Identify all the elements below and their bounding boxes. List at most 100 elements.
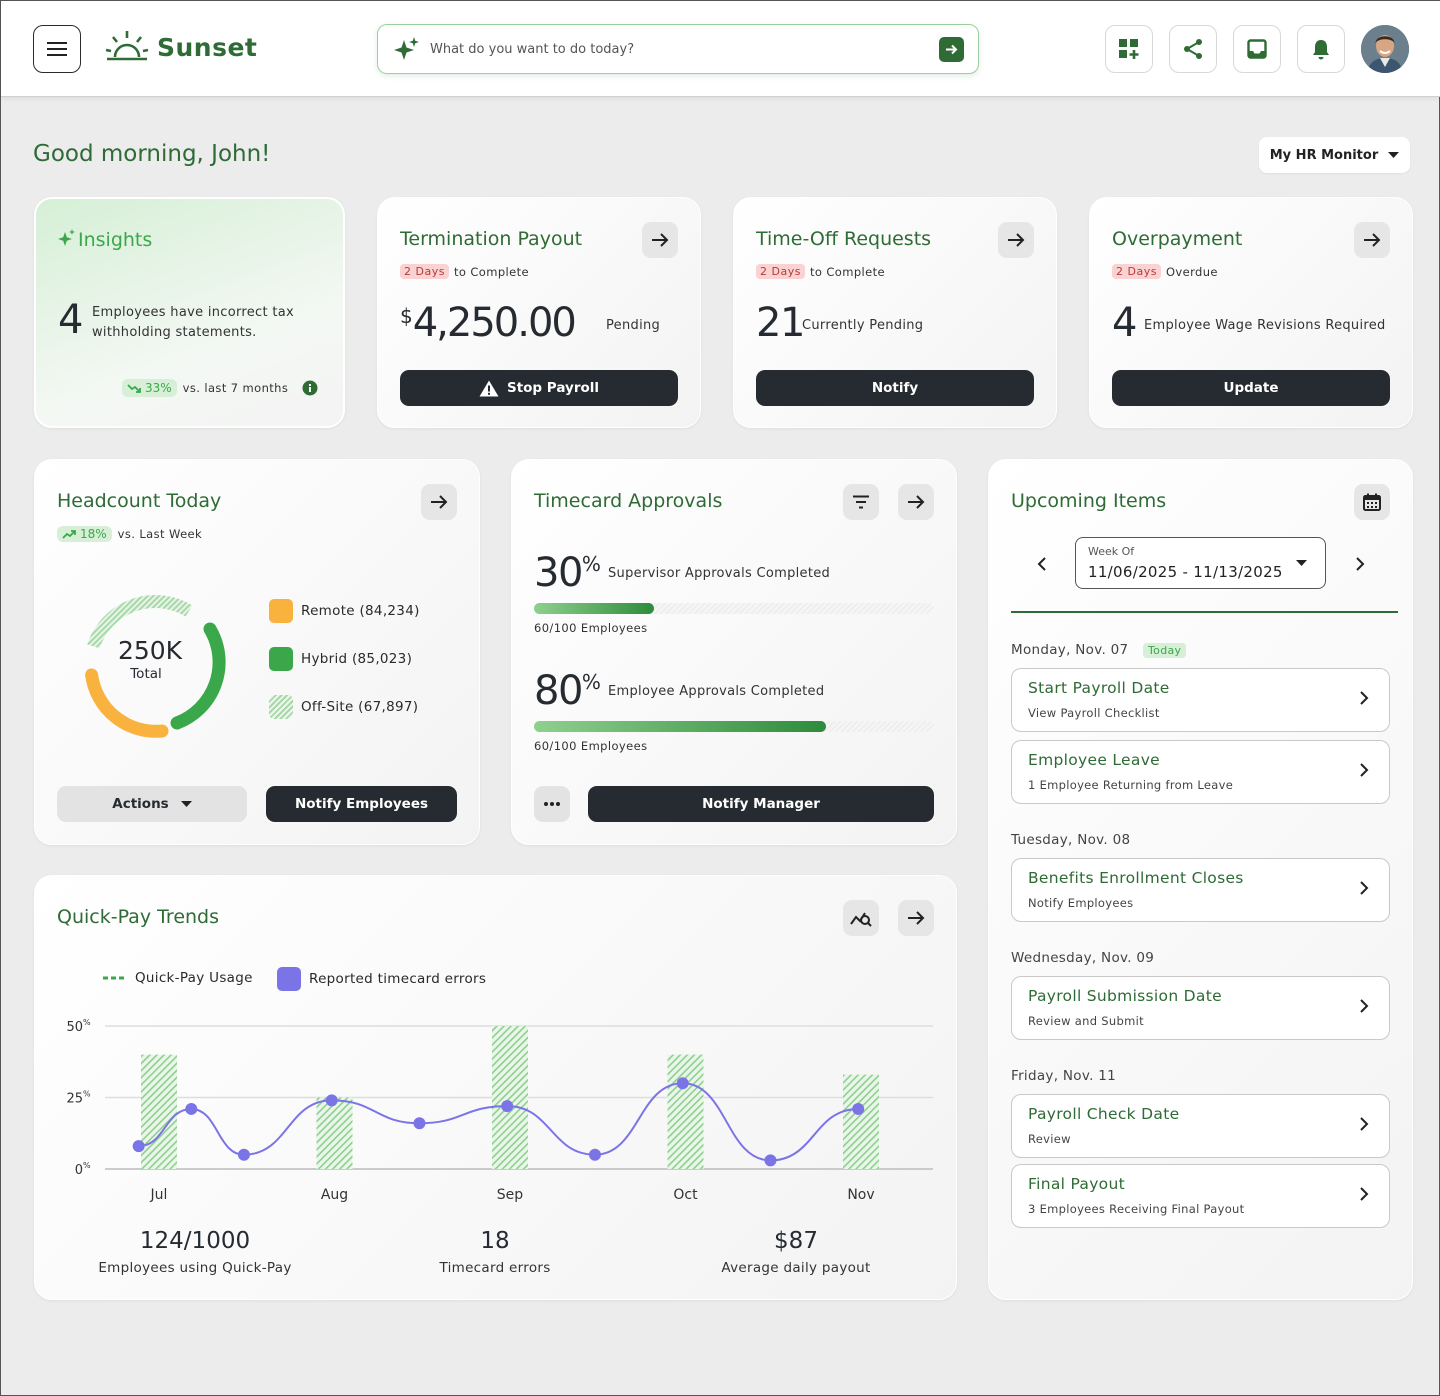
x-tick-label: Sep: [497, 1187, 524, 1203]
app-logo[interactable]: Sunset: [105, 29, 257, 65]
time-off-deadline: 2 Days to Complete: [756, 264, 885, 279]
employee-progress-track: [534, 721, 934, 732]
insights-trend: 33% vs. last 7 months: [122, 379, 288, 397]
employee-approvals-sub: 60/100 Employees: [534, 739, 648, 753]
stop-payroll-button[interactable]: Stop Payroll: [400, 370, 678, 406]
open-timecard-button[interactable]: [898, 484, 934, 520]
share-button[interactable]: [1169, 25, 1217, 73]
monitor-dropdown-value: My HR Monitor: [1269, 147, 1379, 163]
hybrid-swatch: [269, 647, 293, 671]
notifications-button[interactable]: [1297, 25, 1345, 73]
sparkle-icon: [394, 37, 419, 60]
timecard-errors-bar: [667, 1054, 704, 1169]
trend-up-icon: [62, 529, 76, 539]
inbox-button[interactable]: [1233, 25, 1281, 73]
upcoming-title: Upcoming Items: [1011, 490, 1167, 512]
item-sub: 3 Employees Receiving Final Payout: [1028, 1202, 1245, 1216]
hamburger-menu-button[interactable]: [33, 25, 81, 73]
headcount-title: Headcount Today: [57, 490, 222, 512]
timecard-title: Timecard Approvals: [534, 490, 723, 512]
week-select-label: Week Of: [1088, 545, 1135, 558]
overpayment-deadline: 2 Days Overdue: [1112, 264, 1218, 279]
x-tick-label: Jul: [150, 1187, 168, 1203]
search-submit-button[interactable]: [939, 36, 964, 62]
errors-swatch: [277, 967, 301, 991]
legend-offsite-label: Off-Site (67,897): [301, 699, 419, 715]
y-tick-unit: %: [83, 1090, 91, 1099]
notify-employees-button[interactable]: Notify Employees: [266, 786, 457, 822]
supervisor-approvals-percent: 30 %: [534, 550, 601, 596]
upcoming-item-benefits-enrollment[interactable]: Benefits Enrollment Closes Notify Employ…: [1011, 858, 1390, 922]
supervisor-approvals-label: Supervisor Approvals Completed: [608, 566, 831, 581]
monitor-dropdown[interactable]: My HR Monitor: [1259, 137, 1410, 173]
legend-hybrid-label: Hybrid (85,023): [301, 651, 413, 667]
employee-approvals-percent: 80 %: [534, 668, 601, 714]
arrow-right-icon: [908, 911, 925, 925]
update-button[interactable]: Update: [1112, 370, 1390, 406]
legend-quickpay-usage: Quick-Pay Usage: [103, 970, 253, 986]
notify-manager-button[interactable]: Notify Manager: [588, 786, 934, 822]
search-bar[interactable]: [377, 24, 979, 74]
chevron-right-icon: [1360, 691, 1369, 705]
item-sub: View Payroll Checklist: [1028, 706, 1160, 720]
upcoming-item-final-payout[interactable]: Final Payout 3 Employees Receiving Final…: [1011, 1164, 1390, 1228]
supervisor-progress-fill: [534, 603, 654, 614]
user-avatar[interactable]: [1361, 25, 1409, 73]
upcoming-item-employee-leave[interactable]: Employee Leave 1 Employee Returning from…: [1011, 740, 1390, 804]
open-termination-button[interactable]: [642, 222, 678, 258]
share-icon: [1184, 39, 1202, 59]
week-select-value: 11/06/2025 - 11/13/2025: [1088, 563, 1283, 581]
percent-sign: %: [581, 552, 601, 576]
arrow-right-icon: [1364, 233, 1381, 247]
analyze-chart-button[interactable]: [843, 900, 879, 936]
open-overpayment-button[interactable]: [1354, 222, 1390, 258]
chevron-right-icon: [1360, 1187, 1369, 1201]
upcoming-item-payroll-check[interactable]: Payroll Check Date Review: [1011, 1094, 1390, 1158]
dashed-line-swatch: [103, 976, 127, 980]
open-quickpay-button[interactable]: [898, 900, 934, 936]
chevron-right-icon: [1360, 881, 1369, 895]
filter-button[interactable]: [843, 484, 879, 520]
overpayment-status: Employee Wage Revisions Required: [1144, 318, 1386, 333]
overpayment-card: Overpayment 2 Days Overdue 4 Employee Wa…: [1089, 197, 1413, 428]
legend-offsite: Off-Site (67,897): [269, 695, 418, 719]
info-icon[interactable]: [302, 380, 318, 396]
day-label-friday: Friday, Nov. 11: [1011, 1068, 1117, 1084]
y-tick-label: 50: [66, 1020, 83, 1035]
chevron-left-icon[interactable]: [1037, 557, 1047, 571]
chevron-right-icon[interactable]: [1355, 557, 1365, 571]
timecard-errors-bar: [843, 1074, 879, 1169]
deadline-pill: 2 Days: [756, 264, 805, 279]
arrow-right-icon: [431, 495, 448, 509]
termination-deadline: 2 Days to Complete: [400, 264, 529, 279]
search-input[interactable]: [430, 41, 939, 57]
percent-value: 80: [534, 668, 583, 714]
notify-label: Notify: [871, 380, 919, 396]
open-headcount-button[interactable]: [421, 484, 457, 520]
calendar-button[interactable]: [1354, 484, 1390, 520]
more-options-button[interactable]: [534, 786, 570, 822]
donut-total-value: 250K: [117, 636, 183, 665]
employee-approvals-label: Employee Approvals Completed: [608, 684, 825, 699]
y-tick-label: 25: [66, 1092, 83, 1107]
percent-value: 30: [534, 550, 583, 596]
stat-average-payout-value: $87: [774, 1228, 818, 1254]
open-time-off-button[interactable]: [998, 222, 1034, 258]
trend-label: vs. Last Week: [117, 527, 203, 541]
more-dots-icon: [544, 802, 560, 806]
grid-add-icon: [1119, 39, 1139, 59]
quickpay-usage-point: [132, 1140, 145, 1153]
quickpay-chart: 0 %25 %50 %Jul Aug Sep Oct Nov: [66, 1018, 933, 1203]
quickpay-usage-point: [764, 1154, 777, 1167]
week-select[interactable]: Week Of 11/06/2025 - 11/13/2025: [1075, 537, 1326, 589]
notify-button[interactable]: Notify: [756, 370, 1034, 406]
currency-symbol: $: [400, 304, 413, 328]
upcoming-item-start-payroll[interactable]: Start Payroll Date View Payroll Checklis…: [1011, 668, 1390, 732]
insights-title: Insights: [78, 229, 153, 251]
deadline-suffix: Overdue: [1165, 264, 1218, 279]
add-widget-button[interactable]: [1105, 25, 1153, 73]
supervisor-progress-track: [534, 603, 934, 614]
upcoming-item-payroll-submission[interactable]: Payroll Submission Date Review and Submi…: [1011, 976, 1390, 1040]
actions-dropdown-button[interactable]: Actions: [57, 786, 247, 822]
overpayment-count: 4: [1112, 300, 1137, 346]
